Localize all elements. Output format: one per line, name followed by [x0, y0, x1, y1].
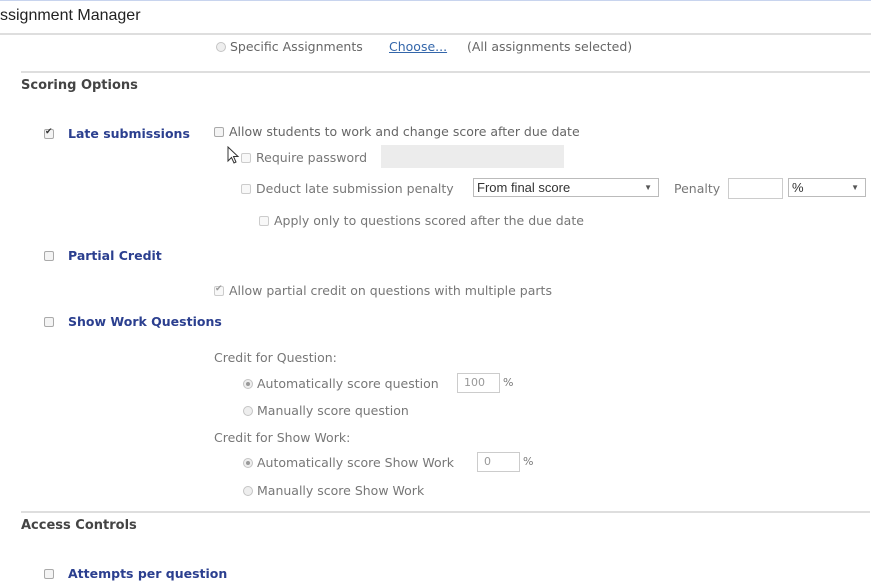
manual-score-question-label: Manually score question: [257, 403, 409, 418]
show-work-checkbox[interactable]: [44, 317, 54, 327]
apply-only-option[interactable]: Apply only to questions scored after the…: [259, 213, 584, 228]
auto-score-work-radio[interactable]: [243, 458, 253, 468]
attempts-toggle[interactable]: [44, 566, 59, 581]
credit-for-question-label: Credit for Question:: [214, 350, 337, 365]
top-border: [0, 0, 871, 1]
mouse-cursor-icon: [227, 146, 240, 164]
deduct-penalty-checkbox[interactable]: [241, 184, 251, 194]
penalty-amount-input[interactable]: [728, 178, 783, 199]
auto-score-work-input[interactable]: 0: [477, 452, 520, 472]
manual-score-work-option[interactable]: Manually score Show Work: [243, 483, 424, 498]
auto-score-question-label: Automatically score question: [257, 376, 439, 391]
require-password-checkbox[interactable]: [241, 153, 251, 163]
manual-score-question-option[interactable]: Manually score question: [243, 403, 409, 418]
chevron-down-icon: ▼: [851, 183, 859, 192]
scoring-options-heading: Scoring Options: [21, 78, 138, 93]
assignments-selection-note: (All assignments selected): [467, 39, 633, 54]
page-title: ssignment Manager: [0, 7, 141, 24]
attempts-checkbox[interactable]: [44, 569, 54, 579]
header-divider: [0, 33, 871, 35]
late-submissions-label[interactable]: Late submissions: [68, 126, 190, 141]
allow-after-due-label: Allow students to work and change score …: [229, 124, 580, 139]
penalty-unit-value: %: [792, 180, 804, 195]
allow-multi-part-option[interactable]: Allow partial credit on questions with m…: [214, 283, 552, 298]
attempts-per-question-label[interactable]: Attempts per question: [68, 566, 227, 581]
show-work-label[interactable]: Show Work Questions: [68, 314, 222, 329]
allow-multi-part-checkbox[interactable]: [214, 284, 224, 296]
specific-assignments-option[interactable]: Specific Assignments: [216, 39, 363, 54]
late-submissions-checkbox[interactable]: [44, 127, 54, 139]
show-work-toggle[interactable]: [44, 314, 59, 329]
auto-score-question-radio[interactable]: [243, 379, 253, 389]
allow-after-due-checkbox[interactable]: [214, 127, 224, 137]
percent-sign: %: [503, 376, 514, 389]
partial-credit-label[interactable]: Partial Credit: [68, 248, 162, 263]
password-field[interactable]: [381, 145, 564, 168]
percent-sign: %: [523, 455, 534, 468]
section-divider: [21, 71, 870, 73]
apply-only-label: Apply only to questions scored after the…: [274, 213, 584, 228]
allow-multi-part-label: Allow partial credit on questions with m…: [229, 283, 552, 298]
penalty-source-value: From final score: [477, 180, 571, 195]
auto-score-work-label: Automatically score Show Work: [257, 455, 454, 470]
access-controls-heading: Access Controls: [21, 518, 137, 533]
penalty-label: Penalty: [674, 181, 721, 196]
choose-assignments-link[interactable]: Choose...: [389, 39, 447, 54]
allow-after-due-option[interactable]: Allow students to work and change score …: [214, 124, 580, 139]
late-submissions-toggle[interactable]: [44, 126, 59, 141]
specific-assignments-label: Specific Assignments: [230, 39, 363, 54]
manual-score-work-radio[interactable]: [243, 486, 253, 496]
auto-score-work-option[interactable]: Automatically score Show Work: [243, 455, 454, 470]
partial-credit-checkbox[interactable]: [44, 251, 54, 261]
penalty-source-select[interactable]: From final score ▼: [473, 178, 659, 197]
auto-score-question-input[interactable]: 100: [457, 373, 500, 393]
require-password-option[interactable]: Require password: [241, 150, 367, 165]
deduct-penalty-option[interactable]: Deduct late submission penalty: [241, 181, 454, 196]
deduct-penalty-label: Deduct late submission penalty: [256, 181, 454, 196]
manual-score-question-radio[interactable]: [243, 406, 253, 416]
chevron-down-icon: ▼: [644, 183, 652, 192]
credit-for-show-work-label: Credit for Show Work:: [214, 430, 351, 445]
partial-credit-toggle[interactable]: [44, 248, 59, 263]
apply-only-checkbox[interactable]: [259, 216, 269, 226]
section-divider: [21, 511, 870, 513]
specific-assignments-radio[interactable]: [216, 42, 226, 52]
auto-score-question-option[interactable]: Automatically score question: [243, 376, 439, 391]
manual-score-work-label: Manually score Show Work: [257, 483, 425, 498]
penalty-unit-select[interactable]: % ▼: [788, 178, 866, 197]
require-password-label: Require password: [256, 150, 368, 165]
